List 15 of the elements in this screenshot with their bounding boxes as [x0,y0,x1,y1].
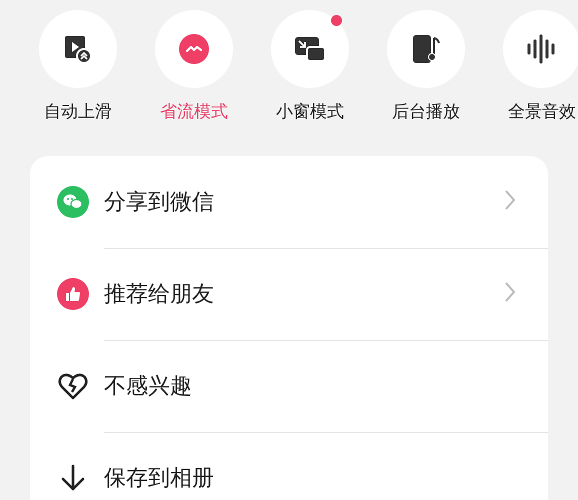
download-arrow-icon [60,464,86,492]
menu-item[interactable]: 不感兴趣 [104,371,548,401]
menu-item[interactable]: 推荐给朋友 [104,279,504,309]
chat-bubbles-icon [57,186,89,218]
menu-item[interactable]: 保存到相册 [104,463,548,493]
quick-action-label[interactable]: 自动上滑 [44,100,112,123]
quick-action-label[interactable]: 小窗模式 [276,100,344,123]
wave-icon [179,34,209,64]
menu-item[interactable]: 分享到微信 [104,187,504,217]
quick-action-label[interactable]: 全景音效 [508,100,576,123]
quick-action-label[interactable]: 后台播放 [392,100,460,123]
thumbs-up-icon [57,278,89,310]
video-scroll-icon [63,34,93,64]
music-note-icon [411,34,441,64]
broken-heart-icon [58,372,88,400]
